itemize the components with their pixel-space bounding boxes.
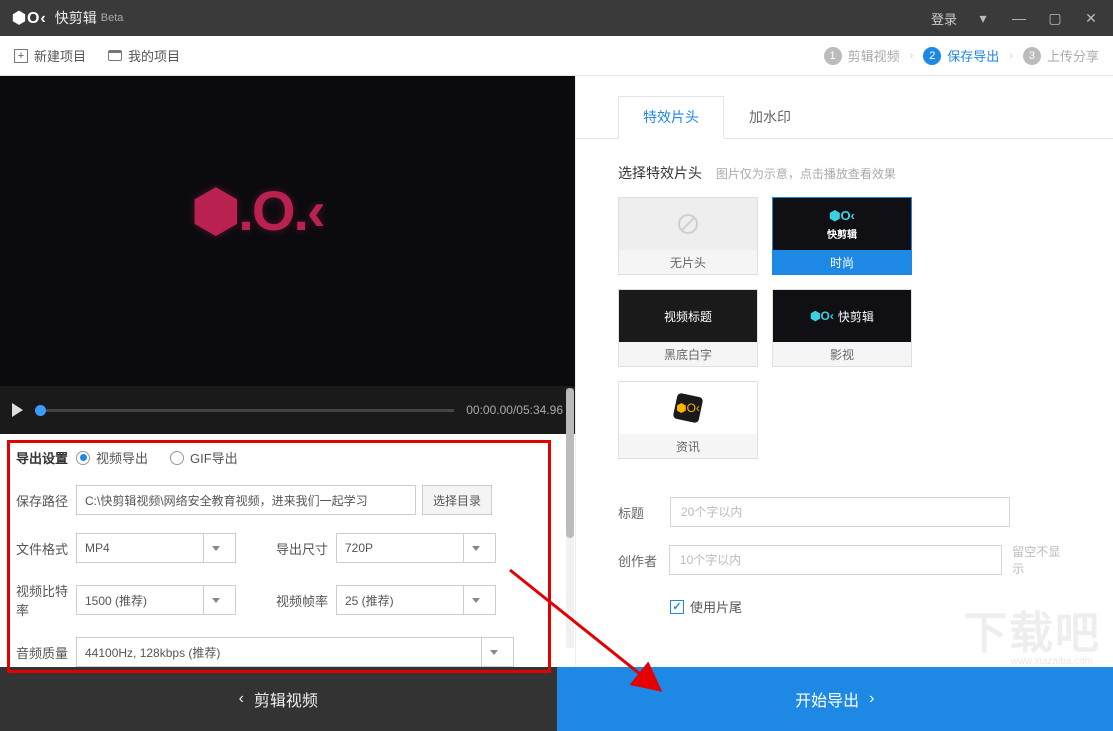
time-display: 00:00.00/05:34.96 — [466, 403, 563, 417]
bottom-bar: ‹ 剪辑视频 开始导出 › — [0, 667, 1113, 731]
bitrate-select[interactable]: 1500 (推荐) — [76, 585, 236, 615]
fps-label: 视频帧率 — [276, 591, 336, 610]
my-projects-label: 我的项目 — [128, 46, 180, 65]
step-1[interactable]: 1剪辑视频 — [824, 46, 900, 65]
audio-select[interactable]: 44100Hz, 128kbps (推荐) — [76, 637, 514, 667]
author-hint: 留空不显示 — [1012, 543, 1071, 577]
browse-button[interactable]: 选择目录 — [422, 485, 492, 515]
section-title: 选择特效片头 — [618, 165, 702, 181]
video-preview[interactable]: ⬢.O.‹ — [0, 76, 575, 386]
thumb-black-white[interactable]: 视频标题 黑底白字 — [618, 289, 758, 367]
close-button[interactable]: ✕ — [1081, 8, 1101, 28]
fps-select[interactable]: 25 (推荐) — [336, 585, 496, 615]
export-settings-title: 导出设置 — [16, 448, 76, 467]
chevron-down-icon — [203, 586, 227, 614]
play-button[interactable] — [12, 403, 23, 417]
login-link[interactable]: 登录 — [931, 9, 957, 28]
step-indicator: 1剪辑视频 › 2保存导出 › 3上传分享 — [824, 46, 1099, 65]
chevron-right-icon: › — [1009, 50, 1013, 62]
maximize-button[interactable]: ▢ — [1045, 8, 1065, 28]
title-input[interactable] — [670, 497, 1010, 527]
tab-watermark[interactable]: 加水印 — [724, 96, 816, 138]
size-label: 导出尺寸 — [276, 539, 336, 558]
section-header: 选择特效片头 图片仅为示意，点击播放查看效果 — [576, 139, 1113, 197]
my-projects-button[interactable]: 我的项目 — [108, 46, 180, 65]
bitrate-label: 视频比特率 — [16, 581, 76, 619]
thumb-news[interactable]: ⬢O‹ 资讯 — [618, 381, 758, 459]
use-tail-label: 使用片尾 — [690, 597, 742, 616]
new-project-label: 新建项目 — [34, 46, 86, 65]
export-settings: 导出设置 视频导出 GIF导出 保存路径 选择目录 文件格式 MP4 导出尺寸 … — [0, 434, 575, 667]
section-hint: 图片仅为示意，点击播放查看效果 — [716, 167, 896, 181]
author-input[interactable] — [669, 545, 1002, 575]
scrollbar-thumb[interactable] — [566, 388, 574, 538]
size-select[interactable]: 720P — [336, 533, 496, 563]
preview-logo-icon: ⬢.O.‹ — [191, 178, 323, 244]
step-3[interactable]: 3上传分享 — [1023, 46, 1099, 65]
tabs: 特效片头 加水印 — [576, 76, 1113, 139]
chevron-down-icon — [481, 638, 505, 666]
plus-icon: + — [14, 49, 28, 63]
seek-bar[interactable] — [35, 409, 454, 412]
app-name: 快剪辑 — [55, 8, 97, 28]
right-pane: 特效片头 加水印 选择特效片头 图片仅为示意，点击播放查看效果 无片头 ⬢O‹快… — [575, 76, 1113, 667]
chevron-down-icon — [203, 534, 227, 562]
thumb-movie[interactable]: ⬢O‹快剪辑 影视 — [772, 289, 912, 367]
audio-label: 音频质量 — [16, 643, 76, 662]
thumb-none[interactable]: 无片头 — [618, 197, 758, 275]
beta-badge: Beta — [101, 12, 124, 24]
chevron-down-icon — [463, 534, 487, 562]
seek-knob[interactable] — [35, 405, 46, 416]
radio-gif-export[interactable]: GIF导出 — [170, 448, 238, 467]
chevron-right-icon: › — [869, 690, 874, 708]
menu-icon[interactable]: ▾ — [973, 8, 993, 28]
use-tail-checkbox[interactable]: ✓ — [670, 600, 684, 614]
chevron-down-icon — [463, 586, 487, 614]
player-controls: 00:00.00/05:34.96 — [0, 386, 575, 434]
minimize-button[interactable]: — — [1009, 8, 1029, 28]
folder-icon — [108, 50, 122, 61]
radio-icon — [170, 451, 184, 465]
title-label: 标题 — [618, 503, 670, 522]
tab-effect-intro[interactable]: 特效片头 — [618, 96, 724, 139]
radio-icon — [76, 451, 90, 465]
left-pane: ⬢.O.‹ 00:00.00/05:34.96 导出设置 视频导出 GIF导出 … — [0, 76, 575, 667]
forbidden-icon — [676, 212, 700, 236]
scrollbar[interactable] — [566, 388, 574, 648]
radio-video-export[interactable]: 视频导出 — [76, 448, 148, 467]
app-logo-icon: ⬢O‹ — [12, 8, 47, 28]
format-select[interactable]: MP4 — [76, 533, 236, 563]
new-project-button[interactable]: + 新建项目 — [14, 46, 86, 65]
author-label: 创作者 — [618, 551, 669, 570]
save-path-input[interactable] — [76, 485, 416, 515]
start-export-button[interactable]: 开始导出 › — [557, 667, 1113, 731]
step-2[interactable]: 2保存导出 — [923, 46, 999, 65]
format-label: 文件格式 — [16, 539, 76, 558]
intro-thumbnails: 无片头 ⬢O‹快剪辑 时尚 视频标题 黑底白字 ⬢O‹快剪辑 影视 ⬢O‹ 资讯 — [576, 197, 1056, 459]
titlebar: ⬢O‹ 快剪辑 Beta 登录 ▾ — ▢ ✕ — [0, 0, 1113, 36]
toolbar: + 新建项目 我的项目 1剪辑视频 › 2保存导出 › 3上传分享 — [0, 36, 1113, 76]
chevron-right-icon: › — [910, 50, 914, 62]
back-to-edit-button[interactable]: ‹ 剪辑视频 — [0, 667, 557, 731]
thumb-fashion[interactable]: ⬢O‹快剪辑 时尚 — [772, 197, 912, 275]
path-label: 保存路径 — [16, 491, 76, 510]
chevron-left-icon: ‹ — [239, 690, 244, 708]
